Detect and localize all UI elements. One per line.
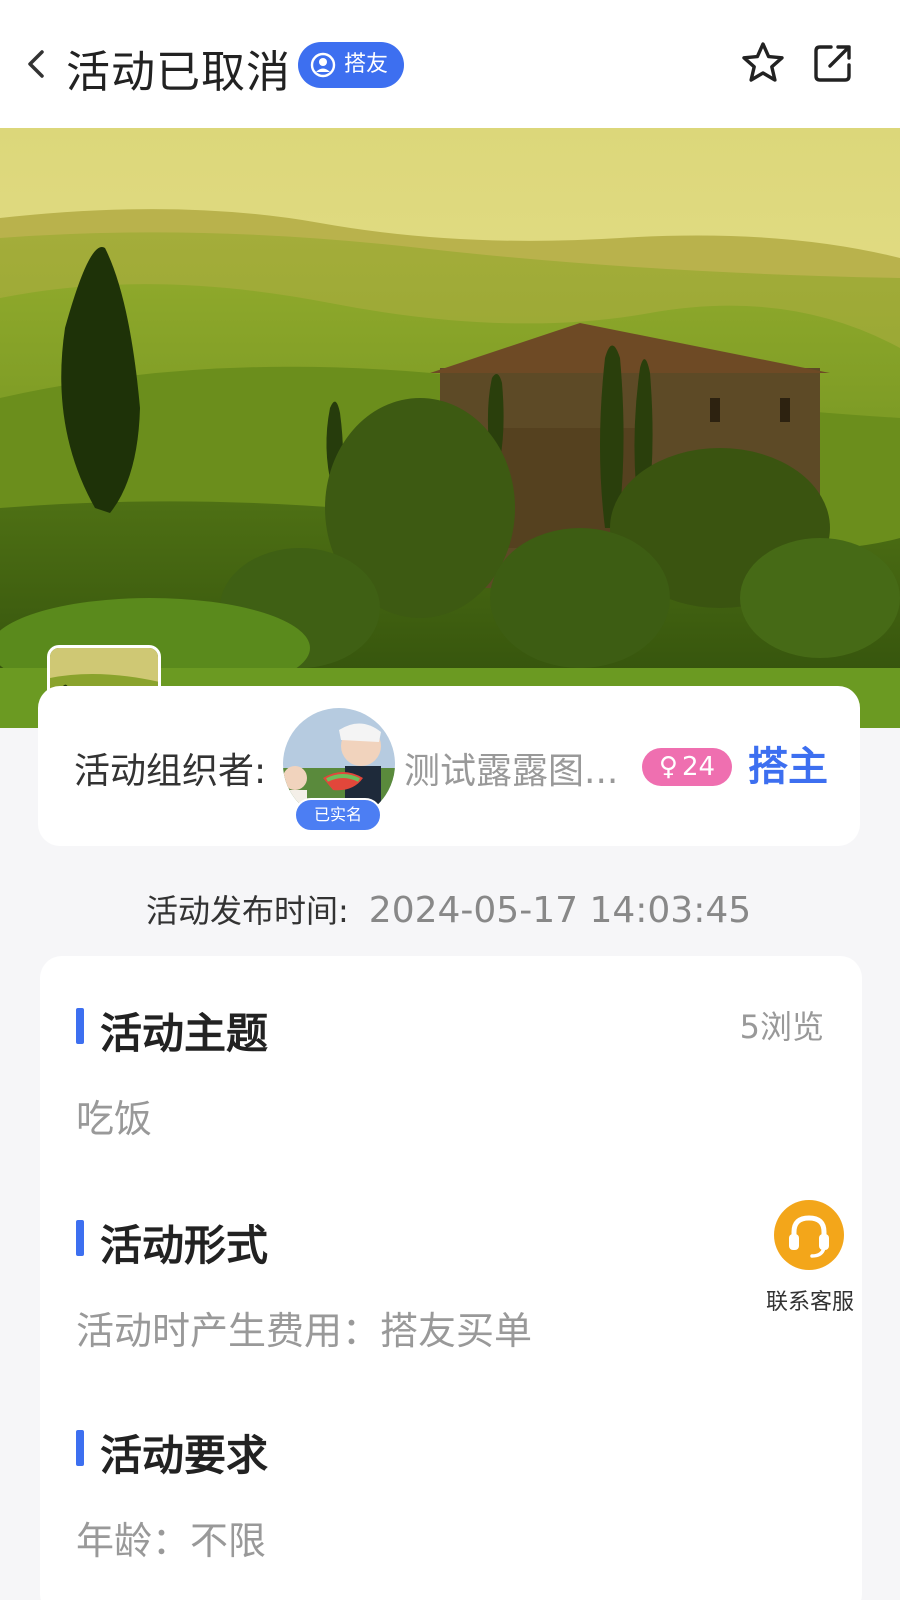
verified-badge: 已实名 xyxy=(294,798,382,832)
star-icon[interactable] xyxy=(738,38,788,88)
user-circle-icon xyxy=(310,52,336,78)
publish-time-value: 2024-05-17 14:03:45 xyxy=(368,890,752,931)
activity-detail-page: 活动已取消 搭友 活动组织者: 已实名 测试露露图... ♀ 24 搭主 活动发… xyxy=(0,0,900,1600)
organizer-name: 测试露露图... xyxy=(404,751,619,792)
female-icon: ♀ xyxy=(658,752,678,782)
page-title: 活动已取消 xyxy=(66,47,291,98)
publish-time-label: 活动发布时间: xyxy=(146,892,349,930)
age-value: 24 xyxy=(681,752,716,782)
organizer-card[interactable]: 活动组织者: 已实名 测试露露图... ♀ 24 搭主 xyxy=(38,686,860,846)
section-value-requirement: 年龄：不限 xyxy=(76,1519,267,1563)
headset-icon xyxy=(774,1200,844,1270)
publish-time: 活动发布时间: 2024-05-17 14:03:45 xyxy=(146,886,751,932)
view-count: 5浏览 xyxy=(739,1008,824,1046)
organizer-label: 活动组织者: xyxy=(74,751,267,792)
contact-service-label: 联系客服 xyxy=(765,1290,854,1315)
section-title-theme: 活动主题 xyxy=(76,1000,268,1061)
share-icon[interactable] xyxy=(808,38,858,88)
cover-image xyxy=(0,128,900,728)
section-value-form: 活动时产生费用：搭友买单 xyxy=(76,1309,533,1353)
section-title-form: 活动形式 xyxy=(76,1212,268,1273)
section-title-requirement: 活动要求 xyxy=(76,1422,268,1483)
gender-age-badge: ♀ 24 xyxy=(642,748,732,786)
organizer-role: 搭主 xyxy=(748,744,828,790)
back-icon[interactable] xyxy=(22,42,52,86)
contact-service-button[interactable]: 联系客服 xyxy=(760,1196,860,1316)
top-bar: 活动已取消 搭友 xyxy=(0,0,900,128)
section-value-theme: 吃饭 xyxy=(76,1097,153,1141)
role-badge: 搭友 xyxy=(298,42,405,88)
role-badge-label: 搭友 xyxy=(344,52,389,77)
activity-detail-card: 活动主题 5浏览 吃饭 活动形式 活动时产生费用：搭友买单 活动要求 年龄：不限 xyxy=(40,956,862,1600)
